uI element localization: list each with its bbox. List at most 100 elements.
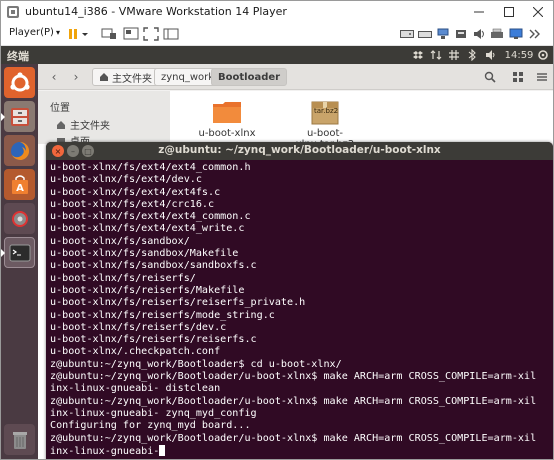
places-heading: 位置: [50, 103, 70, 114]
terminal-line: u-boot-xlnx/fs/ext4/ext4fs.c: [50, 186, 221, 198]
terminal-line: u-boot-xlnx/fs/ext4/ext4_common.h: [50, 162, 251, 173]
more-devices-button[interactable]: [527, 26, 543, 42]
back-button[interactable]: ‹: [44, 68, 64, 86]
ctrl-alt-del-icon: [101, 28, 116, 39]
breadcrumb-bootloader[interactable]: Bootloader: [211, 68, 288, 86]
hdd-device-button[interactable]: [399, 26, 415, 42]
home-icon: [100, 73, 108, 81]
settings-gear-icon: [11, 210, 28, 227]
printer-icon: [491, 28, 503, 38]
ubuntu-logo-icon: [9, 71, 30, 91]
ubuntu-top-panel: 终端 14:59: [1, 46, 553, 64]
file-manager-window: ‹ › 主文件夹 zynq_work Bootloader 位置 主文件夹 u-…: [38, 64, 553, 150]
usb-icon: [456, 30, 466, 38]
running-indicator: [1, 249, 5, 257]
player-menu[interactable]: Player(P) ▾: [9, 27, 60, 38]
view-toggle-button[interactable]: [508, 68, 528, 86]
file-manager-header: ‹ › 主文件夹 zynq_work Bootloader: [38, 64, 553, 90]
sound-device-button[interactable]: [471, 26, 487, 42]
fullscreen-button[interactable]: [143, 26, 159, 42]
chevron-down-icon: ▾: [55, 28, 60, 37]
vmware-player-window: ubuntu14_i386 - VMware Workstation 14 Pl…: [0, 0, 554, 460]
file-item-label: u-boot-xlnx: [198, 128, 256, 139]
cdrom-device-button[interactable]: [417, 26, 433, 42]
terminal-line: u-boot-xlnx/fs/ext4/crc16.c: [50, 198, 215, 210]
terminal-line: z@ubuntu:~/zynq_work/Bootloader/u-boot-x…: [50, 432, 537, 444]
forward-button[interactable]: ›: [66, 68, 86, 86]
terminal-line: u-boot-xlnx/fs/sandbox/Makefile: [50, 248, 239, 260]
terminal-titlebar: × – □ z@ubuntu: ~/zynq_work/Bootloader/u…: [46, 142, 553, 160]
terminal-cursor: [159, 444, 166, 456]
terminal-icon: [9, 244, 30, 261]
terminal-output[interactable]: u-boot-xlnx/fs/ext4/ext4_common.h u-boot…: [50, 162, 553, 459]
running-indicator: [1, 113, 5, 121]
terminal-line: Configuring for zynq_myd board...: [50, 420, 251, 432]
network-indicator[interactable]: [429, 48, 443, 62]
input-method-indicator[interactable]: [447, 48, 461, 62]
home-icon: [57, 120, 65, 129]
library-icon: [163, 28, 179, 40]
vmware-app-icon: [7, 6, 19, 18]
network-arrows-icon: [430, 50, 442, 60]
session-menu[interactable]: [536, 48, 550, 62]
terminal-prompt-line: inx-linux-gnueabi-: [50, 444, 553, 457]
terminal-line: inx-linux-gnueabi- distclean: [50, 383, 221, 395]
send-ctrl-alt-del-button[interactable]: [101, 26, 117, 42]
library-button[interactable]: [163, 26, 179, 42]
minimize-button[interactable]: [464, 1, 494, 23]
monitor-icon: [509, 28, 523, 39]
launcher-firefox[interactable]: [4, 135, 35, 166]
active-app-name: 终端: [7, 50, 29, 63]
hamburger-menu-icon: [537, 73, 547, 81]
dropbox-icon: [413, 51, 423, 59]
cd-drive-icon: [418, 31, 432, 38]
firefox-icon: [10, 141, 29, 160]
maximize-icon: [504, 7, 514, 17]
close-icon: [533, 7, 543, 17]
file-view: u-boot-xlnx tar.bz2 u-boot-xlnx.tar.bz2: [170, 91, 553, 150]
terminal-line: u-boot-xlnx/fs/reiserfs/reiserfs.c: [50, 334, 257, 346]
display-device-button[interactable]: [508, 26, 524, 42]
file-item-folder[interactable]: u-boot-xlnx: [182, 99, 272, 139]
launcher-dash-home[interactable]: [4, 67, 35, 98]
file-cabinet-icon: [10, 107, 29, 126]
launcher-terminal[interactable]: [4, 237, 35, 268]
network-device-button[interactable]: [435, 26, 451, 42]
terminal-line: z@ubuntu:~/zynq_work/Bootloader$ cd u-bo…: [50, 358, 342, 370]
close-button[interactable]: [523, 1, 553, 23]
breadcrumb-home[interactable]: 主文件夹: [92, 68, 159, 86]
search-icon: [484, 71, 496, 83]
folder-icon: [213, 102, 241, 123]
minimize-icon: [474, 11, 484, 13]
hard-disk-icon: [400, 30, 414, 38]
player-menu-label: Player(P): [9, 27, 54, 38]
sidebar-item-home[interactable]: 主文件夹: [56, 117, 110, 132]
launcher-system-settings[interactable]: [4, 203, 35, 234]
clock[interactable]: 14:59: [505, 48, 534, 62]
maximize-button[interactable]: [494, 1, 524, 23]
terminal-window: × – □ z@ubuntu: ~/zynq_work/Bootloader/u…: [46, 142, 553, 459]
bluetooth-indicator[interactable]: [464, 48, 480, 62]
pause-button[interactable]: [67, 26, 89, 42]
breadcrumb-zynq-work-label: zynq_work: [161, 71, 215, 83]
fullscreen-icon: [143, 27, 159, 41]
svg-text:A: A: [16, 183, 24, 194]
unity-button[interactable]: [123, 26, 139, 42]
menu-button[interactable]: [532, 68, 552, 86]
launcher-software-center[interactable]: A: [4, 169, 35, 200]
printer-device-button[interactable]: [489, 26, 505, 42]
launcher-trash[interactable]: [4, 424, 35, 455]
grid-view-icon: [513, 72, 523, 82]
usb-device-button[interactable]: [453, 26, 469, 42]
terminal-line: u-boot-xlnx/fs/reiserfs/mode_string.c: [50, 309, 275, 321]
terminal-line: u-boot-xlnx/fs/reiserfs/reiserfs_private…: [50, 297, 306, 309]
dropbox-indicator[interactable]: [411, 48, 425, 62]
search-button[interactable]: [480, 68, 500, 86]
speaker-icon: [486, 50, 495, 60]
gear-icon: [538, 50, 548, 60]
volume-indicator[interactable]: [483, 48, 499, 62]
launcher-files[interactable]: [4, 101, 35, 132]
terminal-line: u-boot-xlnx/fs/ext4/ext4_write.c: [50, 223, 245, 235]
terminal-current-input: inx-linux-gnueabi-: [50, 445, 160, 457]
pause-icon: [69, 29, 88, 39]
